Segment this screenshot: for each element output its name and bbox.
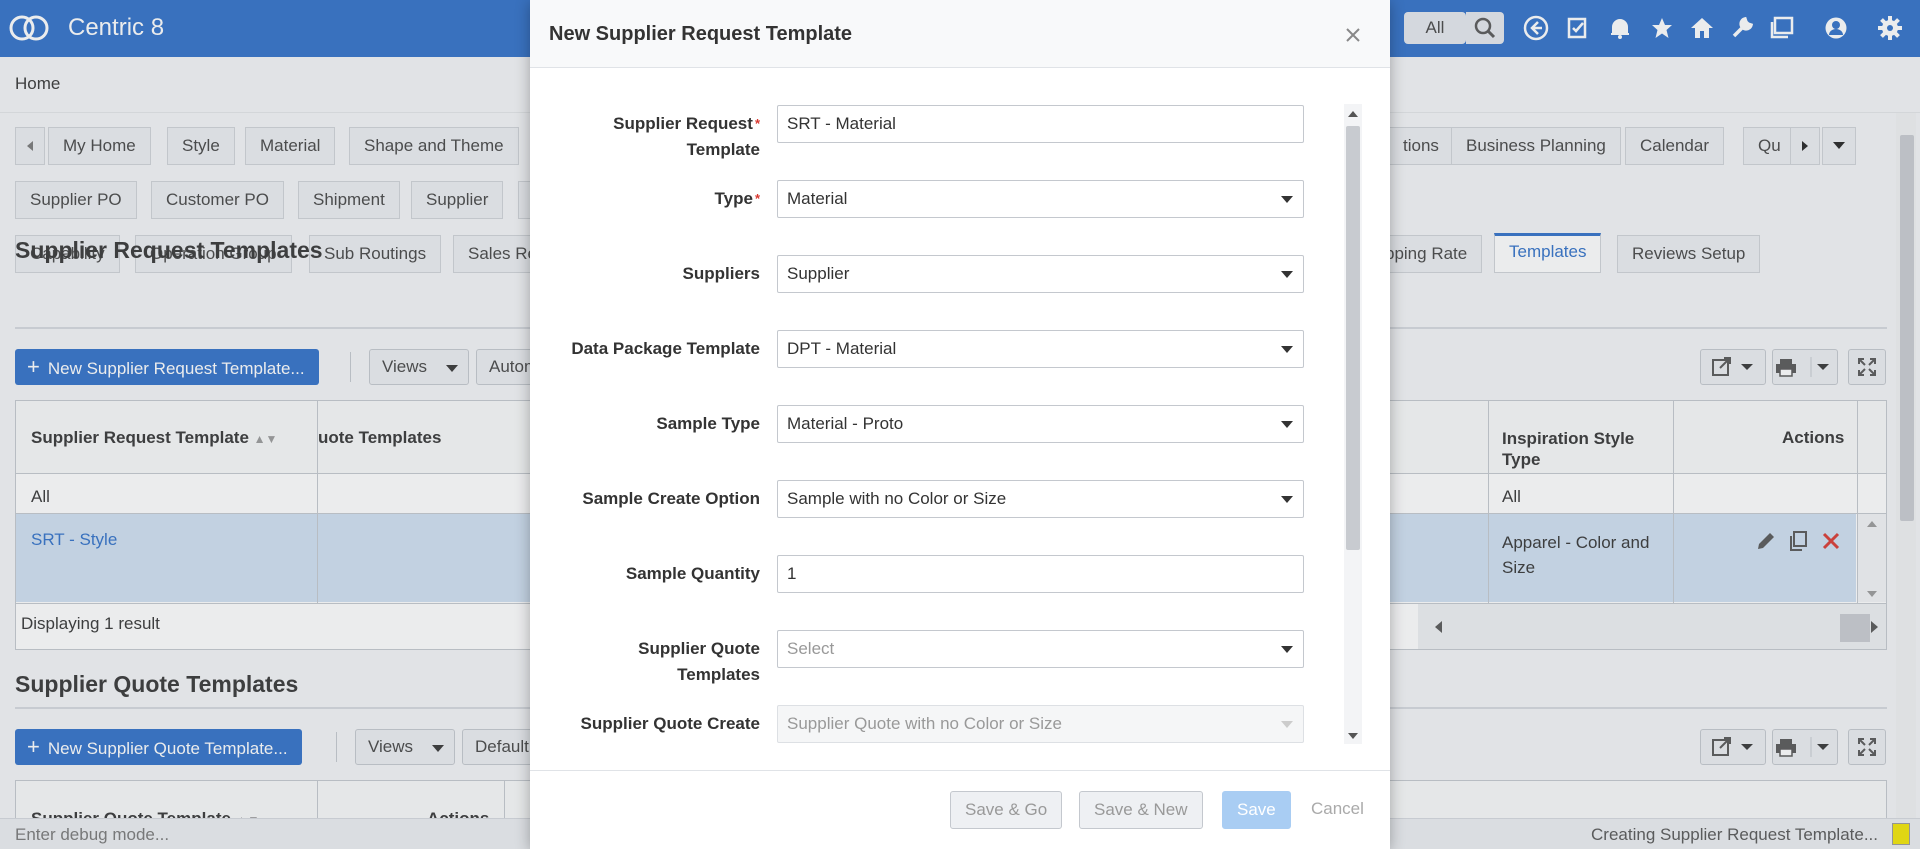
save-and-new-button[interactable]: Save & New xyxy=(1079,791,1203,829)
sample-type-label: Sample Type xyxy=(656,414,760,433)
supplier-quote-templates-label: Supplier Quote Templates xyxy=(638,639,760,684)
supplier-quote-create-label: Supplier Quote Create xyxy=(580,714,760,733)
type-label: Type * xyxy=(714,189,760,208)
cancel-button[interactable]: Cancel xyxy=(1297,791,1378,829)
srt-name-input[interactable]: SRT - Material xyxy=(777,105,1304,143)
suppliers-label: Suppliers xyxy=(682,264,760,283)
suppliers-select[interactable]: Supplier xyxy=(777,255,1304,293)
new-supplier-request-template-dialog: New Supplier Request Template Supplier R… xyxy=(530,0,1390,849)
data-package-template-label: Data Package Template xyxy=(571,339,760,358)
sample-type-select[interactable]: Material - Proto xyxy=(777,405,1304,443)
dialog-footer: Save & Go Save & New Save Cancel xyxy=(530,770,1390,849)
close-icon[interactable] xyxy=(1342,24,1364,46)
dialog-title: New Supplier Request Template xyxy=(549,23,853,45)
dialog-scroll-thumb[interactable] xyxy=(1346,126,1360,550)
sample-quantity-input[interactable]: 1 xyxy=(777,555,1304,593)
required-marker: * xyxy=(754,116,760,131)
chevron-down-icon xyxy=(1281,421,1293,428)
data-package-template-select[interactable]: DPT - Material xyxy=(777,330,1304,368)
chevron-down-icon xyxy=(1281,346,1293,353)
supplier-quote-templates-select[interactable]: Select xyxy=(777,630,1304,668)
sample-quantity-label: Sample Quantity xyxy=(625,564,760,583)
chevron-down-icon xyxy=(1281,496,1293,503)
sample-create-option-select[interactable]: Sample with no Color or Size xyxy=(777,480,1304,518)
chevron-down-icon xyxy=(1281,271,1293,278)
dialog-header: New Supplier Request Template xyxy=(530,0,1390,68)
scroll-up-icon xyxy=(1348,111,1358,117)
required-marker: * xyxy=(754,191,760,206)
chevron-down-icon xyxy=(1281,646,1293,653)
srt-name-label: Supplier Request * Template xyxy=(613,114,760,159)
chevron-down-icon xyxy=(1281,721,1293,728)
save-button[interactable]: Save xyxy=(1222,791,1291,829)
sample-create-option-label: Sample Create Option xyxy=(582,489,760,508)
chevron-down-icon xyxy=(1281,196,1293,203)
scroll-down-icon xyxy=(1348,733,1358,739)
save-and-go-button[interactable]: Save & Go xyxy=(950,791,1063,829)
supplier-quote-create-select[interactable]: Supplier Quote with no Color or Size xyxy=(777,705,1304,743)
type-select[interactable]: Material xyxy=(777,180,1304,218)
